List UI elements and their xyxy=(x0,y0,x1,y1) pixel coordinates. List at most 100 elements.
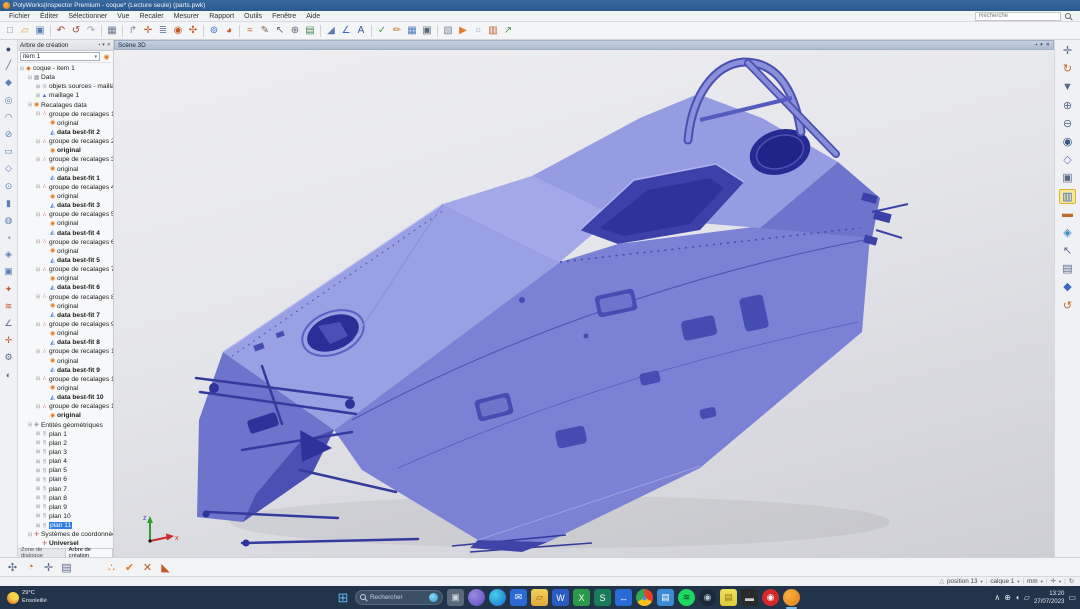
status-sync-icon[interactable]: ↻ xyxy=(1069,578,1074,585)
text-tool-button[interactable]: A xyxy=(354,24,368,38)
create-mesh-button[interactable]: ◈ xyxy=(2,248,15,261)
tree-item[interactable]: ⊟✛Systèmes de coordonnées xyxy=(18,530,113,539)
tree-item[interactable]: ⊞§plan 6 xyxy=(18,475,113,484)
plane-view-button[interactable]: ◈ xyxy=(1059,225,1076,240)
tree-item[interactable]: ⊟∴groupe de recalages 11 xyxy=(18,375,113,384)
tree-item[interactable]: ◉original xyxy=(18,192,113,201)
tree-item[interactable]: ⊟∴groupe de recalages 6 xyxy=(18,238,113,247)
feature-edit-button[interactable]: ✕ xyxy=(140,560,155,575)
grid-points-button[interactable]: ≣ xyxy=(156,24,170,38)
angle-button[interactable]: ∠ xyxy=(2,317,15,330)
fillet-button[interactable]: ◢ xyxy=(324,24,338,38)
camera-view-button[interactable]: ▣ xyxy=(1059,170,1076,185)
status-position[interactable]: position 13 xyxy=(947,578,977,585)
align-sliders-button[interactable]: ✣ xyxy=(5,560,20,575)
chevron-down-icon[interactable]: ▾ xyxy=(981,579,983,585)
tree-item[interactable]: ⊞§plan 11 xyxy=(18,521,113,530)
tree-item[interactable]: ◭data best-fit 8 xyxy=(18,338,113,347)
tree-item[interactable]: ⊟◆coque - item 1 xyxy=(18,64,113,73)
create-ellipse-button[interactable]: ⊘ xyxy=(2,128,15,141)
create-cylinder-button[interactable]: ▮ xyxy=(2,197,15,210)
save-button[interactable]: ▣ xyxy=(33,24,47,38)
create-point-button[interactable]: ● xyxy=(2,42,15,55)
tree-item[interactable]: ⊟∴groupe de recalages 12 xyxy=(18,402,113,411)
gear-tool-button[interactable]: ⚙ xyxy=(2,351,15,364)
tree-item[interactable]: ⊞§plan 8 xyxy=(18,494,113,503)
tree-item[interactable]: ◉original xyxy=(18,411,113,420)
stamp-view-button[interactable]: ▼ xyxy=(1059,79,1076,94)
tree-item[interactable]: ◉original xyxy=(18,165,113,174)
tree-item[interactable]: ◉original xyxy=(18,357,113,366)
tree-item[interactable]: ◉original xyxy=(18,329,113,338)
tree-item[interactable]: ◭data best-fit 3 xyxy=(18,201,113,210)
create-polygon-button[interactable]: ◇ xyxy=(2,162,15,175)
tree-item[interactable]: ⊟∴groupe de recalages 3 xyxy=(18,155,113,164)
menu-editer[interactable]: Éditer xyxy=(35,13,63,20)
zoom-in-button[interactable]: ⊕ xyxy=(1059,98,1076,113)
word-icon[interactable]: W xyxy=(552,589,569,606)
angle-measure-button[interactable]: ∠ xyxy=(339,24,353,38)
weather-widget[interactable]: 29°C Ensoleillé xyxy=(0,586,54,609)
zoom-out-button[interactable]: ⊖ xyxy=(1059,116,1076,131)
tree-item[interactable]: ⊟▦Data xyxy=(18,73,113,82)
notification-center-icon[interactable]: ▭ xyxy=(1068,593,1076,602)
tree-item[interactable]: ⊟◈Entités géométriques xyxy=(18,420,113,429)
tree-item[interactable]: ⊟∴groupe de recalages 7 xyxy=(18,265,113,274)
distance-button[interactable]: ≋ xyxy=(2,300,15,313)
gauge-tool-button[interactable]: ◐ xyxy=(2,369,15,382)
menu-fenetre[interactable]: Fenêtre xyxy=(267,13,301,20)
tree-item[interactable]: ◉original xyxy=(18,119,113,128)
tree-help-button[interactable]: ◉ xyxy=(102,53,111,61)
create-circle-button[interactable]: ◎ xyxy=(2,94,15,107)
cross-section-button[interactable]: ✦ xyxy=(2,283,15,296)
chrome-icon[interactable]: ● xyxy=(636,589,653,606)
create-arc-button[interactable]: ◠ xyxy=(2,111,15,124)
menu-aide[interactable]: Aide xyxy=(301,13,325,20)
create-slot-button[interactable]: ⊙ xyxy=(2,180,15,193)
edge-icon[interactable] xyxy=(489,589,506,606)
target-adjust-button[interactable]: ✛ xyxy=(41,560,56,575)
camera-button[interactable]: ▣ xyxy=(420,24,434,38)
open-project-button[interactable]: ▱ xyxy=(18,24,32,38)
compare-button[interactable]: ◕ xyxy=(222,24,236,38)
menu-selectionner[interactable]: Sélectionner xyxy=(63,13,112,20)
globe-align-button[interactable]: ⊚ xyxy=(207,24,221,38)
sticky-notes-icon[interactable]: ▤ xyxy=(720,589,737,606)
undo-button[interactable]: ↶ xyxy=(54,24,68,38)
tree-item[interactable]: ◭data best-fit 7 xyxy=(18,311,113,320)
panel-close-button[interactable]: ✕ xyxy=(107,42,111,48)
network-icon[interactable]: ⊕ xyxy=(1004,593,1011,602)
visibility-button[interactable]: ◉ xyxy=(1059,134,1076,149)
panel-pin-button[interactable]: ▪ xyxy=(99,42,101,48)
tree-item[interactable]: ⊟∴groupe de recalages 2 xyxy=(18,137,113,146)
tree-item[interactable]: ◭data best-fit 4 xyxy=(18,229,113,238)
tree-item[interactable]: ⊟∴groupe de recalages 8 xyxy=(18,293,113,302)
onedrive-icon[interactable]: ▱ xyxy=(1024,593,1030,602)
annotate-button[interactable]: ✏ xyxy=(390,24,404,38)
tree-filter-combo[interactable]: item 1 ▾ xyxy=(20,52,100,61)
tree-item[interactable]: ◉original xyxy=(18,274,113,283)
tree-item[interactable]: ◭data best-fit 1 xyxy=(18,174,113,183)
scan-button[interactable]: ✣ xyxy=(186,24,200,38)
tree-item[interactable]: ◭data best-fit 6 xyxy=(18,283,113,292)
menu-fichier[interactable]: Fichier xyxy=(4,13,35,20)
tree-item[interactable]: ⊞§plan 10 xyxy=(18,512,113,521)
spin-model-button[interactable]: ↺ xyxy=(1059,298,1076,313)
teamviewer-icon[interactable]: ↔ xyxy=(615,589,632,606)
widgets-icon[interactable] xyxy=(468,589,485,606)
tree-item[interactable]: ⊞§plan 1 xyxy=(18,430,113,439)
search-icon[interactable] xyxy=(1065,13,1072,20)
create-box-button[interactable]: ▣ xyxy=(2,265,15,278)
deviation-button[interactable]: ≈ xyxy=(243,24,257,38)
tab-zone-de-dialogue[interactable]: Zone de dialogue xyxy=(18,549,66,557)
pointer-mode-button[interactable]: ↖ xyxy=(1059,243,1076,258)
status-snap-icon[interactable]: ✛ xyxy=(1051,578,1056,585)
menu-vue[interactable]: Vue xyxy=(112,13,134,20)
viewport-menu-button[interactable]: ▾ xyxy=(1040,42,1043,48)
create-plane-button[interactable]: ◆ xyxy=(2,76,15,89)
tree-item[interactable]: ⊟∴groupe de recalages 5 xyxy=(18,210,113,219)
chart-button[interactable]: ↗ xyxy=(501,24,515,38)
zoom-tool-button[interactable]: ⊕ xyxy=(288,24,302,38)
lnc-app-icon[interactable]: ▬ xyxy=(741,589,758,606)
create-sphere-button[interactable]: ◔ xyxy=(2,231,15,244)
